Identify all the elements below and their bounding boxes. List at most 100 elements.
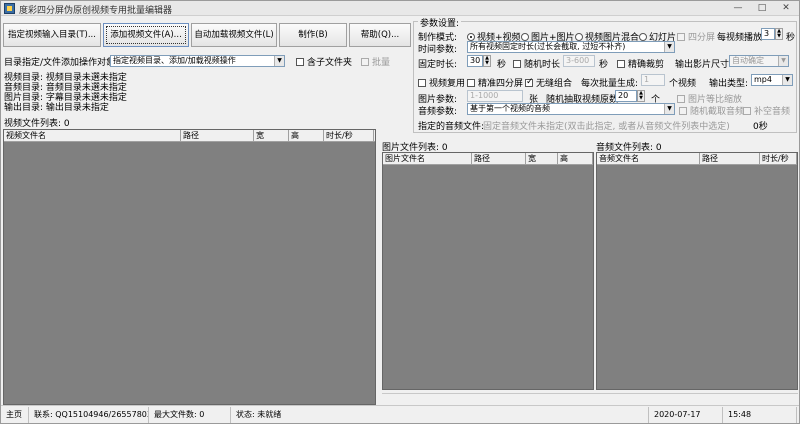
output-size-label: 输出影片尺寸: (675, 60, 733, 70)
output-dir-label: 输出目录: (4, 103, 44, 113)
precise-four-checkbox[interactable]: 精准四分屏 (467, 76, 523, 89)
status-bar: 主页 联系: QQ15104946/2655780380- 最大文件数: 0 状… (1, 405, 799, 423)
title-bar: 度彩四分屏伪原创视频专用批量编辑器 — □ ✕ (1, 1, 799, 16)
status-time: 15:48 (725, 407, 797, 423)
chevron-down-icon: ▼ (274, 56, 284, 66)
output-size-select[interactable]: 自动确定 ▼ (729, 55, 789, 67)
help-button[interactable]: 帮助(Q)... (349, 23, 411, 47)
random-sample-spinner[interactable]: ▲ ▼ (637, 90, 645, 102)
col-audio-name[interactable]: 音频文件名 (597, 153, 700, 165)
params-title: 参数设置: (418, 16, 462, 29)
image-file-list[interactable]: 图片文件名 路径 宽 高 (382, 152, 594, 390)
col-video-name[interactable]: 视频文件名 (4, 130, 181, 142)
main-window: 度彩四分屏伪原创视频专用批量编辑器 — □ ✕ 指定视频输入目录(T)... 添… (0, 0, 800, 424)
four-screen-checkbox[interactable]: 四分屏 (677, 30, 715, 43)
make-button[interactable]: 制作(B) (279, 23, 347, 47)
col-image-width[interactable]: 宽 (526, 153, 558, 165)
chevron-down-icon: ▼ (664, 104, 674, 114)
keep-audio-checkbox[interactable]: 补空音频 (743, 104, 790, 117)
col-video-width[interactable]: 宽 (254, 130, 289, 142)
col-audio-duration[interactable]: 时长/秒 (760, 153, 797, 165)
video-file-list[interactable]: 视频文件名 路径 宽 高 时长/秒 (3, 129, 376, 405)
random-cut-audio-checkbox[interactable]: 随机截取音频 (679, 104, 744, 117)
col-video-duration[interactable]: 时长/秒 (324, 130, 374, 142)
status-state: 状态: 未就绪 (233, 407, 649, 423)
status-contact: 联系: QQ15104946/2655780380- (31, 407, 149, 423)
video-list-label: 视频文件列表: 0 (4, 119, 70, 129)
audio-list-header: 音频文件名 路径 时长/秒 (597, 153, 797, 165)
audio-param-select[interactable]: 基于第一个视频的音频 ▼ (467, 103, 675, 115)
video-list-header: 视频文件名 路径 宽 高 时长/秒 (4, 130, 375, 142)
status-max-files: 最大文件数: 0 (151, 407, 231, 423)
close-icon[interactable]: ✕ (775, 2, 797, 14)
col-image-path[interactable]: 路径 (472, 153, 526, 165)
keep-audio-label: 补空音频 (754, 107, 791, 117)
output-dir-row: 输出目录: 输出目录未指定 (4, 100, 109, 113)
col-image-name[interactable]: 图片文件名 (383, 153, 472, 165)
output-type-value: mp4 (754, 75, 772, 84)
chevron-down-icon: ▼ (778, 56, 788, 66)
video-reuse-label: 视频复用 (429, 79, 466, 89)
output-size-value: 自动确定 (732, 56, 764, 65)
window-title: 度彩四分屏伪原创视频专用批量编辑器 (19, 6, 173, 16)
image-param-input[interactable]: 1-1000 (467, 90, 523, 102)
video-reuse-checkbox[interactable]: 视频复用 (418, 76, 465, 89)
seamless-checkbox[interactable]: 无缝组合 (525, 76, 572, 89)
batch-gen-label: 每次批量生成: (581, 79, 639, 89)
col-image-height[interactable]: 高 (558, 153, 593, 165)
output-type-label: 输出类型: (709, 79, 749, 89)
per-video-spinner[interactable]: ▲ ▼ (775, 28, 783, 40)
random-duration-checkbox[interactable]: 随机时长 (513, 57, 560, 70)
maximize-icon[interactable]: □ (751, 2, 773, 14)
precise-crop-checkbox[interactable]: 精确裁剪 (617, 57, 664, 70)
output-dir-value: 输出目录未指定 (45, 103, 109, 113)
per-video-input[interactable]: 3 (761, 28, 775, 40)
image-list-header: 图片文件名 路径 宽 高 (383, 153, 593, 165)
status-home[interactable]: 主页 (3, 407, 29, 423)
bottom-divider (382, 393, 798, 394)
fixed-duration-unit: 秒 (497, 60, 507, 70)
specified-audio-label: 指定的音频文件: (418, 122, 485, 132)
audio-file-list[interactable]: 音频文件名 路径 时长/秒 (596, 152, 798, 390)
random-sample-input[interactable]: 20 (615, 90, 637, 102)
random-duration-label: 随机时长 (524, 60, 561, 70)
app-icon (4, 3, 15, 14)
audio-param-value: 基于第一个视频的音频 (470, 104, 550, 113)
status-date: 2020-07-17 (651, 407, 723, 423)
seamless-label: 无缝组合 (536, 79, 573, 89)
four-screen-label: 四分屏 (688, 33, 716, 43)
time-label: 时间参数: (418, 45, 458, 55)
fixed-duration-input[interactable]: 30 (467, 55, 483, 67)
batch-checkbox[interactable]: 批量 (361, 55, 390, 68)
chevron-down-icon: ▼ (664, 42, 674, 52)
include-subdir-checkbox[interactable]: 含子文件夹 (296, 55, 352, 68)
batch-label: 批量 (372, 58, 391, 68)
batch-gen-unit: 个视频 (669, 79, 697, 89)
audio-param-label: 音频参数: (418, 107, 458, 117)
fixed-duration-label: 固定时长: (418, 60, 458, 70)
chevron-down-icon: ▼ (782, 75, 792, 85)
time-select[interactable]: 所有视频固定时长(过长会截取, 过短不补齐) ▼ (467, 41, 675, 53)
minimize-icon[interactable]: — (727, 2, 749, 14)
precise-four-label: 精准四分屏 (478, 79, 524, 89)
specified-audio-value[interactable]: 固定音频文件未指定(双击此指定, 或者从音频文件列表中选定) (483, 119, 730, 132)
target-select[interactable]: 指定视频目录、添加/加载视频操作 ▼ (110, 55, 285, 67)
target-select-value: 指定视频目录、添加/加载视频操作 (113, 56, 236, 65)
target-label: 目录指定/文件添加操作对象: (4, 58, 119, 68)
output-type-select[interactable]: mp4 ▼ (751, 74, 793, 86)
auto-load-button[interactable]: 自动加载视频文件(L) (191, 23, 277, 47)
precise-crop-label: 精确裁剪 (628, 60, 665, 70)
import-dir-button[interactable]: 指定视频输入目录(T)... (3, 23, 101, 47)
time-select-value: 所有视频固定时长(过长会截取, 过短不补齐) (470, 42, 626, 51)
random-duration-input[interactable]: 3-600 (563, 55, 595, 67)
col-video-path[interactable]: 路径 (181, 130, 254, 142)
per-video-label: 每视频播放 (717, 33, 763, 43)
include-subdir-label: 含子文件夹 (307, 58, 353, 68)
batch-gen-input[interactable]: 1 (641, 74, 665, 86)
add-video-file-button[interactable]: 添加视频文件(A)... (103, 23, 189, 47)
random-duration-unit: 秒 (599, 60, 609, 70)
per-video-unit: 秒 (786, 33, 796, 43)
fixed-duration-spinner[interactable]: ▲ ▼ (483, 55, 491, 67)
col-audio-path[interactable]: 路径 (700, 153, 760, 165)
col-video-height[interactable]: 高 (289, 130, 324, 142)
